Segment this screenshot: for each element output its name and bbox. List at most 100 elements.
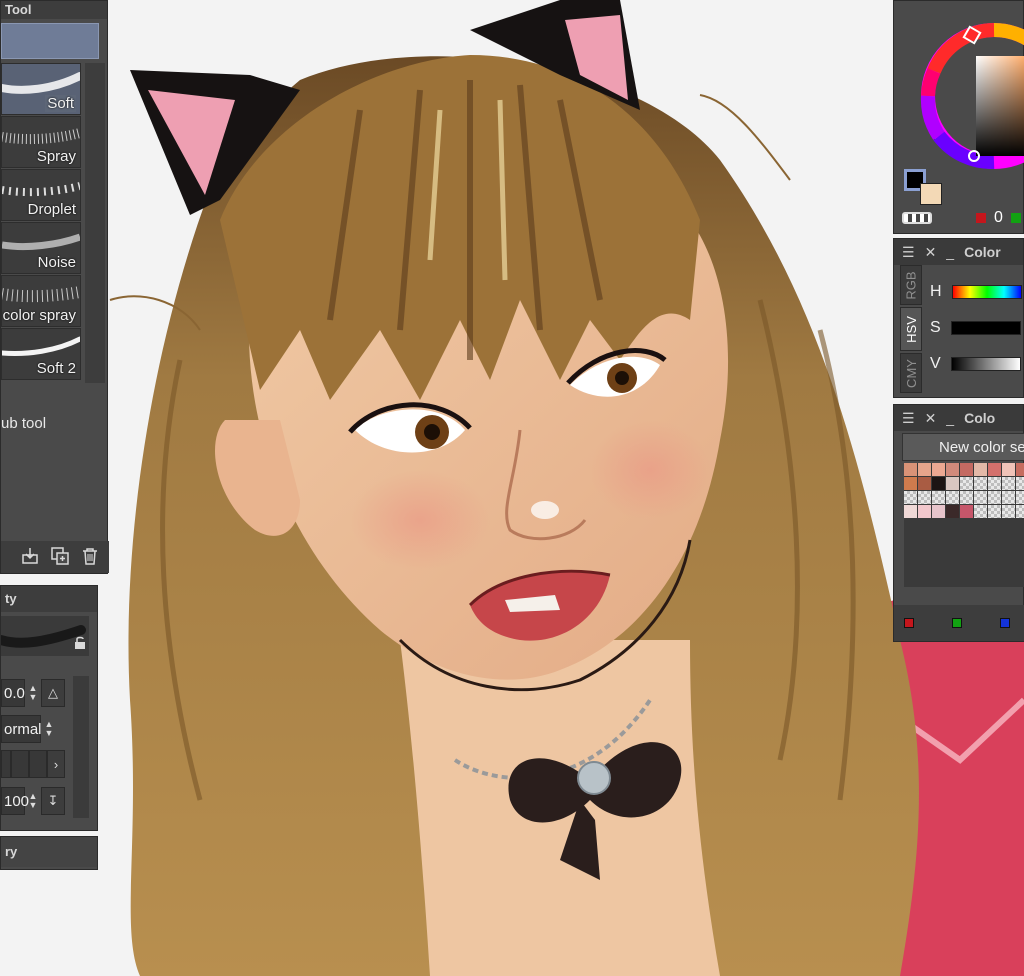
- empty-swatch[interactable]: [988, 491, 1001, 504]
- brush-item-spray[interactable]: Spray: [1, 116, 81, 168]
- tab-cmy[interactable]: CMY: [900, 353, 922, 393]
- value-slider-row: V: [930, 349, 1024, 379]
- blend-mode-chevron-icon[interactable]: ▲ ▼: [41, 715, 57, 743]
- hue-slider[interactable]: [951, 285, 1022, 299]
- brush-item-soft-2[interactable]: Soft 2: [1, 328, 81, 380]
- menu-icon[interactable]: ☰: [902, 410, 915, 427]
- size-triangle-button[interactable]: △: [41, 679, 65, 707]
- empty-swatch[interactable]: [960, 477, 973, 490]
- color-swatch-grid: [904, 463, 1024, 587]
- empty-swatch[interactable]: [904, 491, 917, 504]
- empty-swatch[interactable]: [1002, 505, 1015, 518]
- chevron-right-icon[interactable]: ›: [47, 750, 65, 778]
- color-swatch[interactable]: [974, 463, 987, 476]
- empty-swatch[interactable]: [988, 505, 1001, 518]
- empty-swatch[interactable]: [1016, 505, 1024, 518]
- swap-color-icon[interactable]: [902, 212, 932, 224]
- menu-icon[interactable]: ☰: [902, 244, 915, 261]
- color-swatch[interactable]: [1002, 463, 1015, 476]
- soft-brush-stroke-preview: [2, 72, 80, 94]
- empty-swatch[interactable]: [1002, 491, 1015, 504]
- color-slider-palette: ☰ ✕ _ Color RGB HSV CMY H S V: [893, 238, 1024, 398]
- red-swatch-button[interactable]: [904, 618, 914, 628]
- minimize-icon[interactable]: _: [946, 410, 954, 426]
- lock-icon[interactable]: [73, 636, 87, 650]
- duplicate-icon[interactable]: [49, 545, 71, 567]
- noise-brush-stroke-preview: [2, 233, 80, 251]
- sub-color-chip[interactable]: [920, 183, 942, 205]
- value-slider[interactable]: [950, 357, 1021, 371]
- add-sub-tool-label[interactable]: ub tool: [1, 415, 46, 432]
- color-swatch[interactable]: [918, 463, 931, 476]
- color-swatch[interactable]: [932, 463, 945, 476]
- color-swatch[interactable]: [932, 505, 945, 518]
- empty-swatch[interactable]: [1016, 477, 1024, 490]
- download-icon[interactable]: ↧: [41, 787, 65, 815]
- color-swatch[interactable]: [988, 463, 1001, 476]
- red-indicator: [976, 213, 986, 223]
- empty-swatch[interactable]: [918, 491, 931, 504]
- import-icon[interactable]: [19, 545, 41, 567]
- close-icon[interactable]: ✕: [925, 410, 937, 427]
- sub-tool-footer: [1, 541, 109, 573]
- color-spray-brush-stroke-preview: [2, 286, 80, 303]
- color-swatch[interactable]: [1016, 463, 1024, 476]
- color-wheel-palette: 0: [893, 0, 1024, 234]
- color-swatch[interactable]: [904, 463, 917, 476]
- green-swatch-button[interactable]: [952, 618, 962, 628]
- color-swatch[interactable]: [904, 477, 917, 490]
- color-mode-tabs: RGB HSV CMY: [900, 265, 922, 395]
- brush-label: color spray: [2, 307, 76, 324]
- drawing-canvas[interactable]: [0, 0, 1024, 976]
- empty-swatch[interactable]: [1016, 491, 1024, 504]
- tab-hsv[interactable]: HSV: [900, 307, 922, 351]
- brush-tip-preview: [0, 616, 89, 656]
- color-set-select[interactable]: New color se: [902, 433, 1024, 461]
- blend-mode-select[interactable]: ormal: [1, 715, 42, 743]
- opacity-field[interactable]: 100: [1, 787, 29, 815]
- minimize-icon[interactable]: _: [946, 244, 954, 260]
- empty-swatch[interactable]: [974, 505, 987, 518]
- brush-size-field[interactable]: 0.0: [1, 679, 25, 707]
- saturation-label: S: [930, 319, 941, 336]
- color-swatch[interactable]: [932, 477, 945, 490]
- tool-property-palette: ty 0.0 ▲ ▼ △ ormal ▲ ▼ › 100 ▲ ▼ ↧: [0, 585, 98, 831]
- tab-rgb[interactable]: RGB: [900, 265, 922, 305]
- color-swatch[interactable]: [918, 505, 931, 518]
- close-icon[interactable]: ✕: [925, 244, 937, 261]
- empty-swatch[interactable]: [960, 491, 973, 504]
- empty-swatch[interactable]: [974, 491, 987, 504]
- value-label: V: [930, 355, 941, 372]
- shape-slot-3[interactable]: [29, 750, 47, 778]
- trash-icon[interactable]: [79, 545, 101, 567]
- blue-swatch-button[interactable]: [1000, 618, 1010, 628]
- empty-swatch[interactable]: [946, 491, 959, 504]
- color-swatch[interactable]: [960, 463, 973, 476]
- opacity-spinner[interactable]: ▲ ▼: [25, 787, 41, 815]
- color-wheel[interactable]: [894, 1, 1024, 171]
- color-swatch[interactable]: [904, 505, 917, 518]
- shape-slot-1[interactable]: [1, 750, 11, 778]
- color-swatch[interactable]: [918, 477, 931, 490]
- brush-list-scrollbar[interactable]: [85, 63, 105, 383]
- empty-swatch[interactable]: [988, 477, 1001, 490]
- brush-item-noise[interactable]: Noise: [1, 222, 81, 274]
- tool-property-scrollbar[interactable]: [73, 676, 89, 818]
- empty-swatch[interactable]: [1002, 477, 1015, 490]
- shape-slot-2[interactable]: [11, 750, 29, 778]
- empty-swatch[interactable]: [974, 477, 987, 490]
- empty-swatch[interactable]: [932, 491, 945, 504]
- color-swatch[interactable]: [946, 477, 959, 490]
- illustration: [109, 0, 1024, 976]
- color-swatch[interactable]: [960, 505, 973, 518]
- color-swatch[interactable]: [946, 505, 959, 518]
- color-slider-title: Color: [964, 244, 1001, 260]
- color-swatch[interactable]: [946, 463, 959, 476]
- brush-size-spinner[interactable]: ▲ ▼: [25, 679, 41, 707]
- sub-tool-group-selected[interactable]: [1, 23, 99, 59]
- brush-item-color-spray[interactable]: color spray: [1, 275, 81, 327]
- brush-item-droplet[interactable]: Droplet: [1, 169, 81, 221]
- sub-tool-title: Tool: [1, 1, 107, 19]
- brush-item-soft[interactable]: Soft: [1, 63, 81, 115]
- saturation-slider[interactable]: [950, 321, 1021, 335]
